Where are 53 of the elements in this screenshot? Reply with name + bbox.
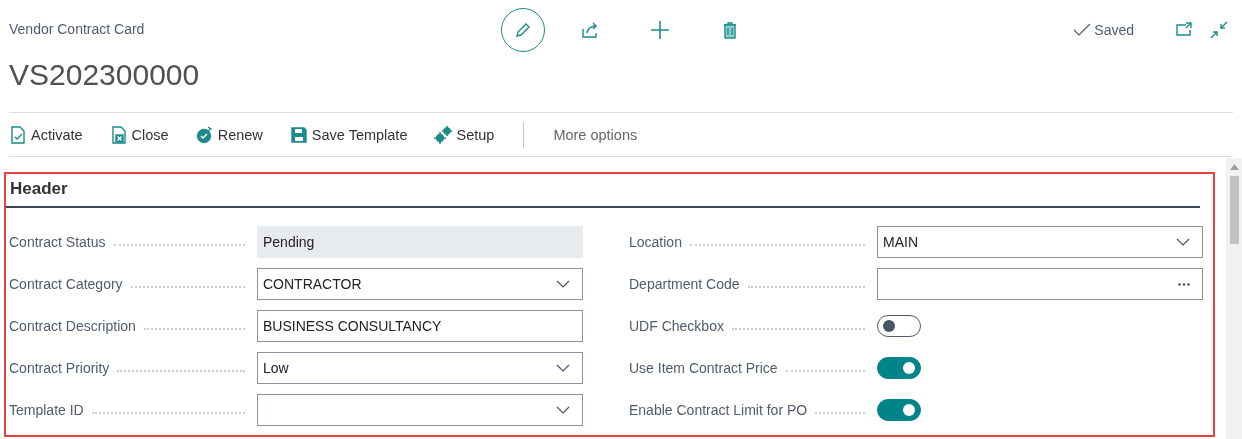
chevron-down-icon (556, 364, 570, 372)
page-caption: Vendor Contract Card (9, 21, 145, 37)
status-field: Pending (257, 226, 583, 258)
toggle-switch[interactable] (877, 315, 921, 337)
toggle-switch[interactable] (877, 399, 921, 421)
new-button[interactable] (649, 19, 671, 41)
open-window-icon (1176, 21, 1194, 39)
scroll-up-icon[interactable] (1230, 164, 1239, 170)
plus-icon (650, 20, 670, 40)
section-title: Header (10, 179, 69, 199)
field-label: Use Item Contract Price (629, 360, 778, 376)
action-button[interactable]: Save Template (289, 125, 408, 144)
page-title: VS202300000 (9, 58, 200, 92)
dropdown-field[interactable]: MAIN (877, 226, 1203, 258)
field-label: Template ID (9, 402, 84, 418)
action-button[interactable]: Activate (9, 125, 83, 144)
field-label: Contract Description (9, 318, 136, 334)
scrollbar-thumb[interactable] (1230, 176, 1239, 244)
document-x-icon (109, 125, 128, 144)
checkmark-icon (1073, 23, 1092, 37)
field-label: UDF Checkbox (629, 318, 724, 334)
field-label: Contract Status (9, 234, 106, 250)
saved-status: Saved (1094, 22, 1134, 38)
edit-button[interactable] (501, 8, 545, 52)
action-button[interactable]: Close (109, 125, 169, 144)
trash-icon (721, 21, 739, 39)
pencil-icon (514, 21, 532, 39)
dropdown-field[interactable] (257, 394, 583, 426)
dropdown-field[interactable]: Low (257, 352, 583, 384)
dropdown-field[interactable]: CONTRACTOR (257, 268, 583, 300)
document-check-icon (9, 125, 27, 144)
toggle-switch[interactable] (877, 357, 921, 379)
gears-icon (434, 125, 453, 144)
field-label: Location (629, 234, 682, 250)
action-button[interactable]: Renew (195, 125, 263, 144)
collapse-button[interactable] (1208, 19, 1230, 41)
chevron-down-icon (1176, 238, 1190, 246)
chevron-down-icon (556, 406, 570, 414)
collapse-icon (1210, 21, 1228, 39)
renew-icon (195, 125, 214, 144)
share-icon (581, 21, 599, 39)
lookup-field[interactable] (877, 268, 1203, 300)
field-label: Contract Category (9, 276, 123, 292)
input-field[interactable]: BUSINESS CONSULTANCY (257, 310, 583, 342)
ellipsis-icon (1178, 282, 1190, 286)
scrollbar[interactable] (1226, 158, 1242, 439)
field-label: Department Code (629, 276, 740, 292)
chevron-down-icon (556, 280, 570, 288)
save-icon (289, 125, 308, 144)
more-options-button[interactable]: More options (553, 126, 638, 143)
action-button[interactable]: Setup (434, 125, 495, 144)
field-label: Contract Priority (9, 360, 110, 376)
field-label: Enable Contract Limit for PO (629, 402, 808, 418)
